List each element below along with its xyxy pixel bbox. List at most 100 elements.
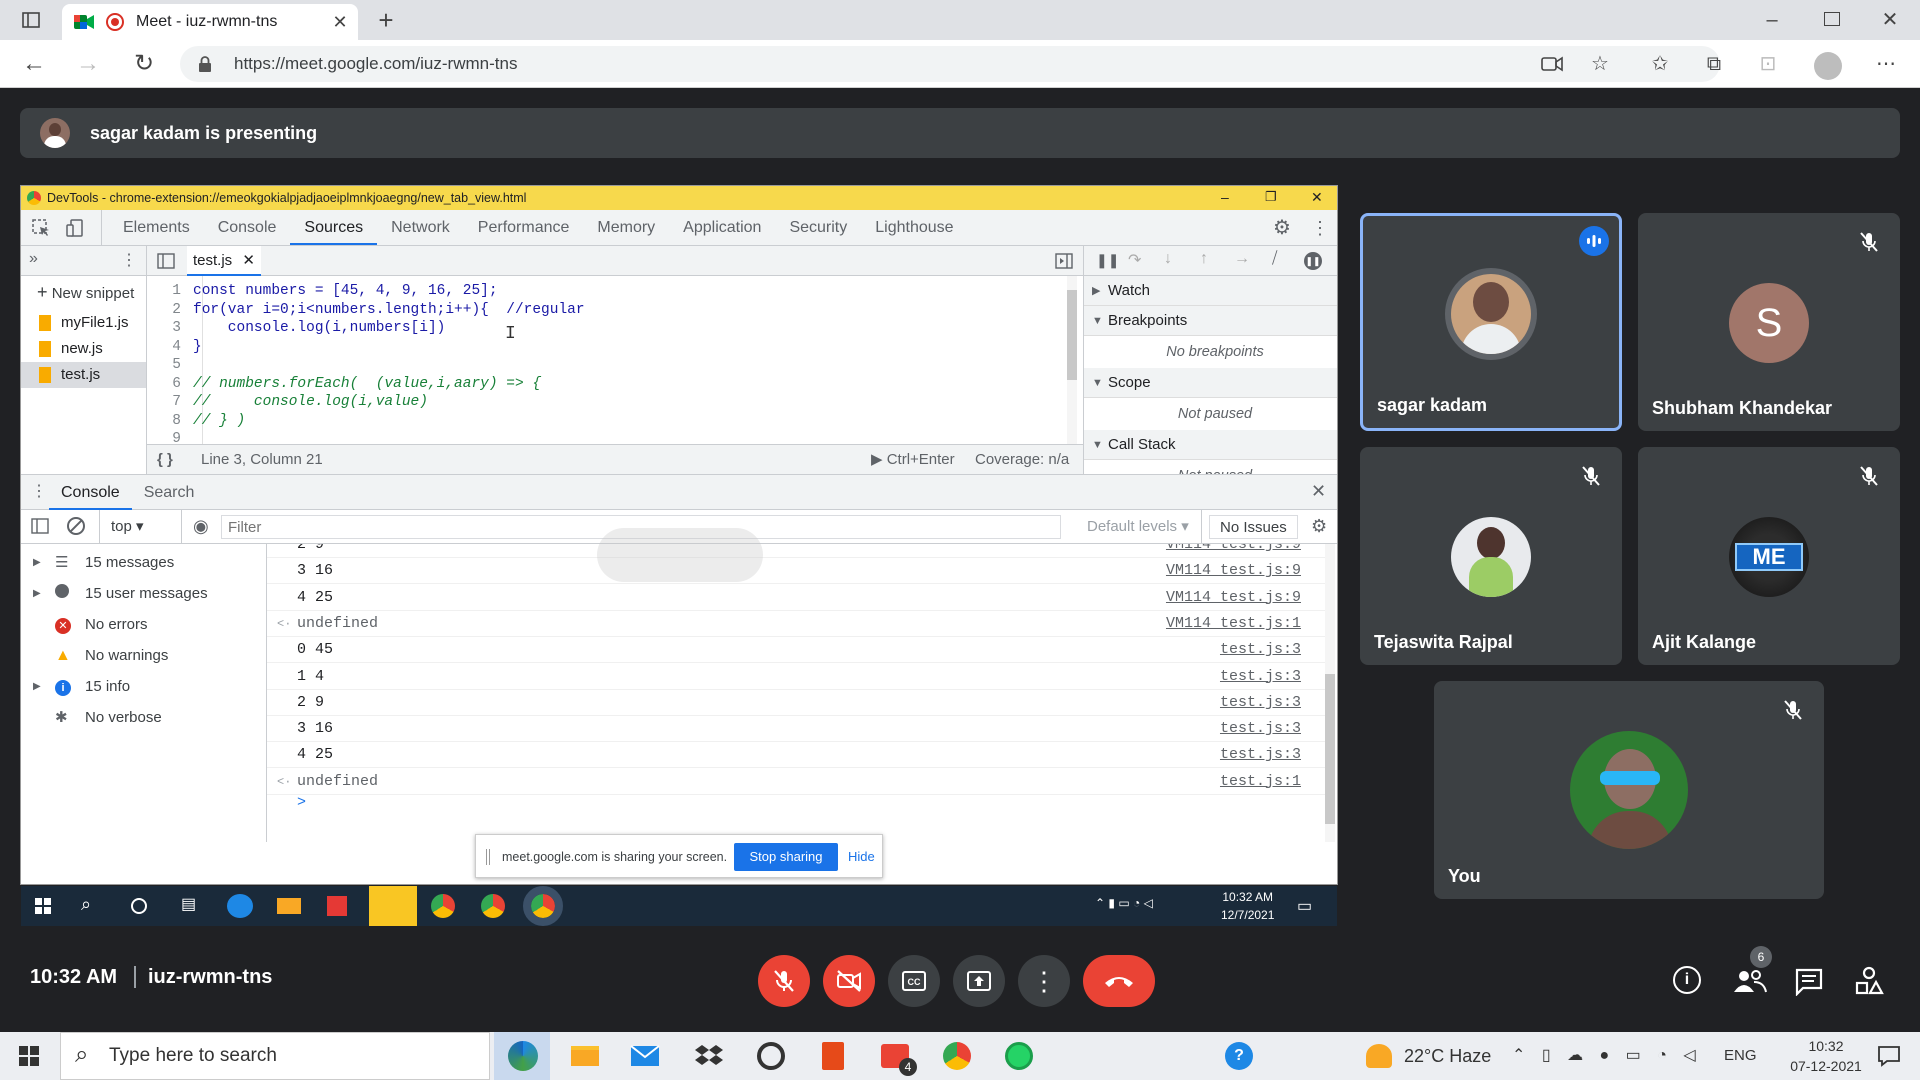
issues-button[interactable]: No Issues bbox=[1209, 515, 1298, 539]
meeting-details-icon[interactable]: i bbox=[1673, 966, 1701, 994]
start-button[interactable] bbox=[4, 1032, 54, 1080]
context-selector[interactable]: top ▾ bbox=[111, 510, 144, 544]
console-sidebar-item[interactable]: ✕ No errors bbox=[21, 610, 257, 640]
debugger-section-header[interactable]: ▶ Watch bbox=[1084, 276, 1337, 306]
console-source-link[interactable]: test.js:1 bbox=[1220, 769, 1301, 795]
close-window-icon[interactable]: ✕ bbox=[1870, 0, 1910, 40]
file-explorer-icon[interactable] bbox=[560, 1032, 610, 1080]
console-source-link[interactable]: test.js:3 bbox=[1220, 716, 1301, 742]
devtools-tab-console[interactable]: Console bbox=[204, 211, 291, 245]
devtools-tab-sources[interactable]: Sources bbox=[290, 211, 378, 245]
url-bar[interactable]: https://meet.google.com/iuz-rwmn-tns bbox=[180, 46, 1720, 82]
clear-console-icon[interactable] bbox=[67, 517, 85, 535]
chat-button[interactable] bbox=[1794, 966, 1824, 996]
weather-text[interactable]: 22°C Haze bbox=[1404, 1032, 1491, 1080]
leave-call-button[interactable] bbox=[1083, 955, 1155, 1007]
console-source-link[interactable]: test.js:3 bbox=[1220, 690, 1301, 716]
camera-toggle-button[interactable] bbox=[823, 955, 875, 1007]
console-source-link[interactable]: test.js:3 bbox=[1220, 742, 1301, 768]
more-options-button[interactable]: ⋮ bbox=[1018, 955, 1070, 1007]
debugger-section-header[interactable]: ▼ Scope bbox=[1084, 368, 1337, 398]
reload-icon[interactable]: ↻ bbox=[124, 44, 164, 84]
deactivate-breakpoints-icon[interactable]: ⧸ bbox=[1272, 250, 1277, 268]
extensions-icon[interactable]: ⊡ bbox=[1748, 44, 1788, 84]
collections-icon[interactable]: ⧉ bbox=[1694, 44, 1734, 84]
app-circle-icon[interactable] bbox=[746, 1032, 796, 1080]
devtools-tab-elements[interactable]: Elements bbox=[109, 211, 204, 245]
devtools-tab-lighthouse[interactable]: Lighthouse bbox=[861, 211, 967, 245]
favorite-add-icon[interactable]: ☆ bbox=[1580, 44, 1620, 84]
editor-tab-testjs[interactable]: test.js ✕ bbox=[187, 246, 261, 276]
drag-handle-icon[interactable] bbox=[486, 849, 490, 865]
profile-avatar[interactable] bbox=[1814, 52, 1842, 80]
console-source-link[interactable]: VM114 test.js:9 bbox=[1166, 585, 1301, 611]
shared-store-icon[interactable] bbox=[327, 896, 347, 916]
toggle-navigator-icon[interactable] bbox=[157, 253, 175, 269]
console-sidebar-item[interactable]: ▶ ☰ 15 messages bbox=[21, 548, 257, 578]
shared-chrome-icon-2[interactable] bbox=[481, 894, 505, 918]
dt-minimize-icon[interactable]: – bbox=[1221, 186, 1229, 208]
device-toggle-icon[interactable] bbox=[65, 218, 85, 238]
chrome-taskbar-icon[interactable] bbox=[932, 1032, 982, 1080]
taskbar-search-box[interactable]: ⌕ Type here to search bbox=[60, 1032, 490, 1080]
shared-chrome-icon-3[interactable] bbox=[523, 886, 563, 926]
console-settings-icon[interactable]: ⚙ bbox=[1311, 516, 1327, 537]
shared-taskview-icon[interactable]: ▤ bbox=[181, 894, 196, 914]
devtools-tab-security[interactable]: Security bbox=[775, 211, 861, 245]
shared-start-icon[interactable] bbox=[35, 898, 51, 914]
shared-edge-icon[interactable] bbox=[227, 894, 253, 918]
toggle-debugger-icon[interactable] bbox=[1055, 253, 1073, 269]
activities-button[interactable] bbox=[1854, 966, 1884, 996]
help-icon[interactable]: ? bbox=[1214, 1032, 1264, 1080]
console-source-link[interactable]: VM114 test.js:9 bbox=[1166, 544, 1301, 558]
console-source-link[interactable]: test.js:3 bbox=[1220, 637, 1301, 663]
shared-notification-icon[interactable]: ▭ bbox=[1297, 896, 1312, 916]
drawer-tab-search[interactable]: Search bbox=[132, 476, 207, 510]
console-sidebar-toggle-icon[interactable] bbox=[31, 518, 49, 534]
dt-restore-icon[interactable]: ❐ bbox=[1265, 186, 1277, 208]
participant-tile-shubham[interactable]: S Shubham Khandekar bbox=[1638, 213, 1900, 431]
shared-explorer-icon[interactable] bbox=[277, 898, 301, 914]
whatsapp-icon[interactable] bbox=[994, 1032, 1044, 1080]
mail-icon[interactable] bbox=[620, 1032, 670, 1080]
participant-tile-ajit[interactable]: ME Ajit Kalange bbox=[1638, 447, 1900, 665]
devtools-menu-icon[interactable]: ⋮ bbox=[1311, 218, 1329, 238]
back-icon[interactable]: ← bbox=[14, 44, 54, 84]
devtools-tab-network[interactable]: Network bbox=[377, 211, 464, 245]
console-sidebar-item[interactable]: ▶ i 15 info bbox=[21, 672, 257, 702]
shared-cortana-icon[interactable] bbox=[131, 898, 147, 914]
pause-on-exceptions-icon[interactable]: ❚❚ bbox=[1304, 252, 1322, 270]
maximize-icon[interactable] bbox=[1824, 12, 1840, 26]
console-sidebar-item[interactable]: ✱ No verbose bbox=[21, 703, 257, 733]
camera-indicator-icon[interactable] bbox=[1532, 44, 1572, 84]
more-menu-icon[interactable]: ⋯ bbox=[1866, 44, 1906, 84]
devtools-tab-performance[interactable]: Performance bbox=[464, 211, 584, 245]
file-item[interactable]: new.js bbox=[21, 336, 146, 362]
stop-sharing-button[interactable]: Stop sharing bbox=[734, 843, 838, 871]
file-item[interactable]: test.js bbox=[21, 362, 146, 388]
navigator-menu-icon[interactable]: ⋮ bbox=[121, 250, 137, 270]
step-into-icon[interactable]: ↓ bbox=[1164, 250, 1172, 268]
participant-tile-tejaswita[interactable]: Tejaswita Rajpal bbox=[1360, 447, 1622, 665]
dropbox-icon[interactable] bbox=[684, 1032, 734, 1080]
captions-button[interactable]: CC bbox=[888, 955, 940, 1007]
minimize-icon[interactable]: – bbox=[1752, 0, 1792, 40]
taskbar-clock[interactable]: 10:32 07-12-2021 bbox=[1776, 1036, 1876, 1076]
shared-search-icon[interactable]: ⌕ bbox=[81, 894, 91, 915]
drawer-close-icon[interactable]: ✕ bbox=[1311, 481, 1326, 502]
pretty-print-icon[interactable]: { } bbox=[157, 445, 173, 475]
step-out-icon[interactable]: ↑ bbox=[1200, 250, 1208, 268]
console-scrollbar[interactable] bbox=[1325, 544, 1335, 842]
live-expression-eye-icon[interactable]: ◉ bbox=[193, 516, 209, 537]
tab-actions-icon[interactable] bbox=[10, 0, 50, 40]
devtools-tab-application[interactable]: Application bbox=[669, 211, 775, 245]
system-tray-icons[interactable]: ⌃ ▯ ☁ ● ▭ ◔ ◁ bbox=[1512, 1032, 1702, 1080]
office-icon[interactable] bbox=[808, 1032, 858, 1080]
step-over-icon[interactable]: ↷ bbox=[1128, 250, 1141, 270]
debugger-section-header[interactable]: ▼ Breakpoints bbox=[1084, 306, 1337, 336]
pause-icon[interactable]: ❚❚ bbox=[1096, 252, 1119, 269]
favorites-icon[interactable]: ✩ bbox=[1640, 44, 1680, 84]
console-source-link[interactable]: VM114 test.js:9 bbox=[1166, 558, 1301, 584]
run-snippet-button[interactable]: ▶ Ctrl+Enter bbox=[871, 445, 955, 475]
new-tab-icon[interactable]: + bbox=[366, 0, 406, 40]
